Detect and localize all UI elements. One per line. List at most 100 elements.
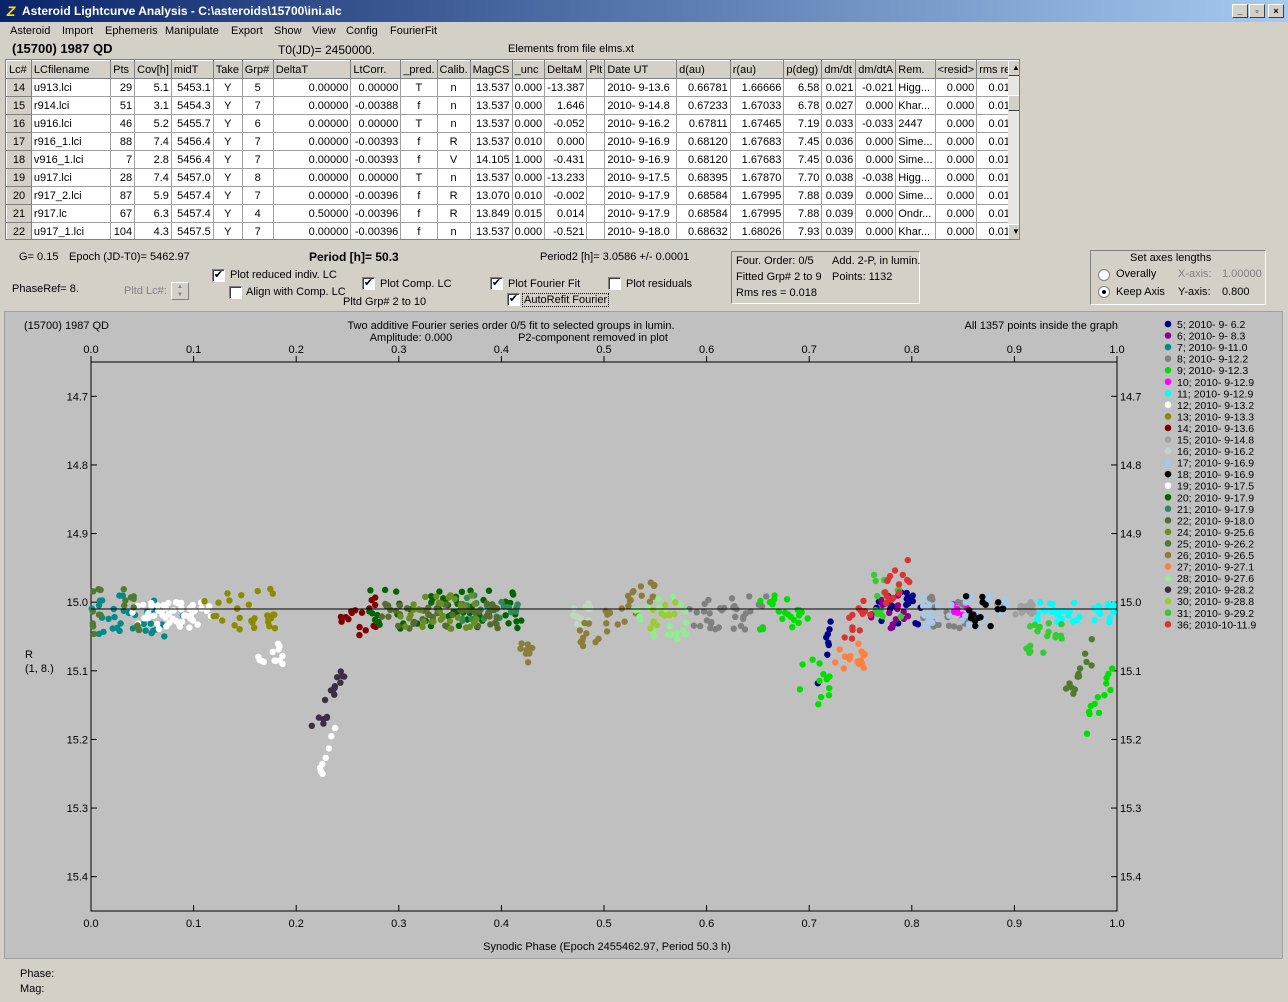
table-cell[interactable]: 7.19 xyxy=(783,114,823,133)
table-cell[interactable]: 51 xyxy=(110,96,136,115)
lightcurve-plot-panel[interactable]: 0.0 0.0 0.1 0.1 0.2 0.2 0.3 0.3 0.4 0.4 0.5 0.5 0.6 0… xyxy=(4,311,1283,959)
table-cell[interactable]: 0.000 xyxy=(511,96,546,115)
table-cell[interactable]: 0.00000 xyxy=(272,96,352,115)
table-cell[interactable]: 0.67233 xyxy=(676,96,731,115)
table-cell[interactable]: 7 xyxy=(241,222,274,239)
menu-show[interactable]: Show xyxy=(274,25,302,37)
table-cell[interactable]: 46 xyxy=(110,114,136,133)
scroll-down-icon[interactable]: ▼ xyxy=(1008,224,1019,239)
table-cell[interactable]: Khar... xyxy=(895,222,936,239)
row-number[interactable]: 14 xyxy=(6,78,32,97)
table-cell[interactable]: 0.00000 xyxy=(272,78,352,97)
table-cell[interactable]: 2010- 9-17.9 xyxy=(604,186,678,205)
table-cell[interactable]: 2010- 9-13.6 xyxy=(604,78,678,97)
table-cell[interactable]: -0.00396 xyxy=(350,204,402,223)
table-cell[interactable]: 1.67995 xyxy=(729,204,785,223)
table-cell[interactable]: r916_1.lci xyxy=(30,132,112,151)
table-row[interactable]: 21 r917.lc 67 6.3 5457.4 Y 4 0.50000 -0.00396 f R 1… xyxy=(6,204,1019,223)
table-cell[interactable]: 7.88 xyxy=(783,204,823,223)
table-cell[interactable]: Y xyxy=(212,186,243,205)
table-cell[interactable]: 0.033 xyxy=(821,114,857,133)
table-row[interactable]: 14 u913.lci 29 5.1 5453.1 Y 5 0.00000 0.00000 Tn 1… xyxy=(6,78,1019,97)
row-number[interactable]: 21 xyxy=(6,204,32,223)
row-number[interactable]: 18 xyxy=(6,150,32,169)
table-cell[interactable]: T xyxy=(400,114,438,133)
table-cell[interactable]: 5456.4 xyxy=(170,132,214,151)
menu-config[interactable]: Config xyxy=(346,25,378,37)
table-cell[interactable]: 2010- 9-18.0 xyxy=(604,222,678,239)
table-cell[interactable]: r917.lc xyxy=(30,204,112,223)
close-button[interactable]: × xyxy=(1268,4,1284,18)
table-cell[interactable]: 5457.4 xyxy=(170,186,214,205)
table-cell[interactable]: Y xyxy=(212,132,243,151)
table-cell[interactable]: 13.537 xyxy=(469,114,513,133)
table-cell[interactable]: 2010- 9-16.2 xyxy=(604,114,678,133)
table-cell[interactable]: n xyxy=(436,222,471,239)
table-cell[interactable]: 14.105 xyxy=(469,150,513,169)
row-number[interactable]: 22 xyxy=(6,222,32,239)
table-cell[interactable]: R xyxy=(436,204,471,223)
table-cell[interactable]: 5.2 xyxy=(134,114,172,133)
table-cell[interactable]: 0.000 xyxy=(511,78,546,97)
table-cell[interactable]: 7.4 xyxy=(134,132,172,151)
table-cell[interactable]: 1.67683 xyxy=(729,150,785,169)
table-cell[interactable]: 5457.0 xyxy=(170,168,214,187)
table-cell[interactable]: 0.000 xyxy=(934,96,978,115)
column-header[interactable]: r(au) xyxy=(729,60,785,79)
plot-fourier-checkbox[interactable]: ✔ xyxy=(490,277,503,290)
table-cell[interactable]: -13.387 xyxy=(544,78,588,97)
row-number[interactable]: 19 xyxy=(6,168,32,187)
column-header[interactable]: LCfilename xyxy=(30,60,112,79)
table-cell[interactable] xyxy=(586,78,606,97)
table-cell[interactable]: 1.67465 xyxy=(729,114,785,133)
column-header[interactable]: Cov[h] xyxy=(134,60,172,79)
table-cell[interactable]: Higg... xyxy=(895,78,936,97)
table-cell[interactable]: 1.67683 xyxy=(729,132,785,151)
column-header[interactable]: Grp# xyxy=(241,60,274,79)
table-row[interactable]: 19 u917.lci 28 7.4 5457.0 Y 8 0.00000 0.00000 Tn 1… xyxy=(6,168,1019,187)
table-cell[interactable]: n xyxy=(436,96,471,115)
table-cell[interactable]: 0.000 xyxy=(934,168,978,187)
table-cell[interactable]: 13.537 xyxy=(469,222,513,239)
table-cell[interactable]: 7.88 xyxy=(783,186,823,205)
row-number[interactable]: 20 xyxy=(6,186,32,205)
table-cell[interactable]: 0.68120 xyxy=(676,150,731,169)
table-cell[interactable]: Sime... xyxy=(895,186,936,205)
table-cell[interactable]: -0.052 xyxy=(544,114,588,133)
menu-fourierfit[interactable]: FourierFit xyxy=(390,25,437,37)
table-cell[interactable]: 7.45 xyxy=(783,150,823,169)
table-cell[interactable]: 5457.5 xyxy=(170,222,214,239)
scroll-up-icon[interactable]: ▲ xyxy=(1008,60,1019,76)
table-cell[interactable]: 4 xyxy=(241,204,274,223)
table-cell[interactable]: 6.3 xyxy=(134,204,172,223)
lightcurve-table[interactable]: Lc# LCfilename Pts Cov[h] midT Take Grp# DeltaT… xyxy=(5,59,1020,240)
table-cell[interactable]: Y xyxy=(212,96,243,115)
menu-manipulate[interactable]: Manipulate xyxy=(165,25,219,37)
table-cell[interactable]: r914.lci xyxy=(30,96,112,115)
table-cell[interactable]: 0.00000 xyxy=(272,114,352,133)
scroll-thumb[interactable] xyxy=(1008,95,1019,111)
column-header[interactable]: p(deg) xyxy=(783,60,823,79)
table-cell[interactable]: 5.9 xyxy=(134,186,172,205)
column-header[interactable]: Lc# xyxy=(6,60,32,79)
table-cell[interactable]: n xyxy=(436,168,471,187)
table-cell[interactable]: 5456.4 xyxy=(170,150,214,169)
table-cell[interactable]: 0.68395 xyxy=(676,168,731,187)
table-cell[interactable]: 13.537 xyxy=(469,132,513,151)
table-cell[interactable]: 1.000 xyxy=(511,150,546,169)
table-cell[interactable]: 5.1 xyxy=(134,78,172,97)
table-cell[interactable]: 5453.1 xyxy=(170,78,214,97)
table-row[interactable]: 15 r914.lci 51 3.1 5454.3 Y 7 0.00000 -0.00388 f n… xyxy=(6,96,1019,115)
table-cell[interactable]: 0.027 xyxy=(821,96,857,115)
table-cell[interactable]: 1.66666 xyxy=(729,78,785,97)
table-cell[interactable]: f xyxy=(400,96,438,115)
table-cell[interactable]: -0.00396 xyxy=(350,222,402,239)
table-cell[interactable]: -0.038 xyxy=(855,168,897,187)
table-cell[interactable]: 0.000 xyxy=(511,168,546,187)
table-cell[interactable]: 0.000 xyxy=(855,132,897,151)
column-header[interactable]: Date UT xyxy=(604,60,678,79)
table-cell[interactable]: 0.000 xyxy=(855,150,897,169)
table-cell[interactable] xyxy=(586,222,606,239)
table-cell[interactable]: 0.038 xyxy=(821,168,857,187)
table-cell[interactable]: -0.002 xyxy=(544,186,588,205)
